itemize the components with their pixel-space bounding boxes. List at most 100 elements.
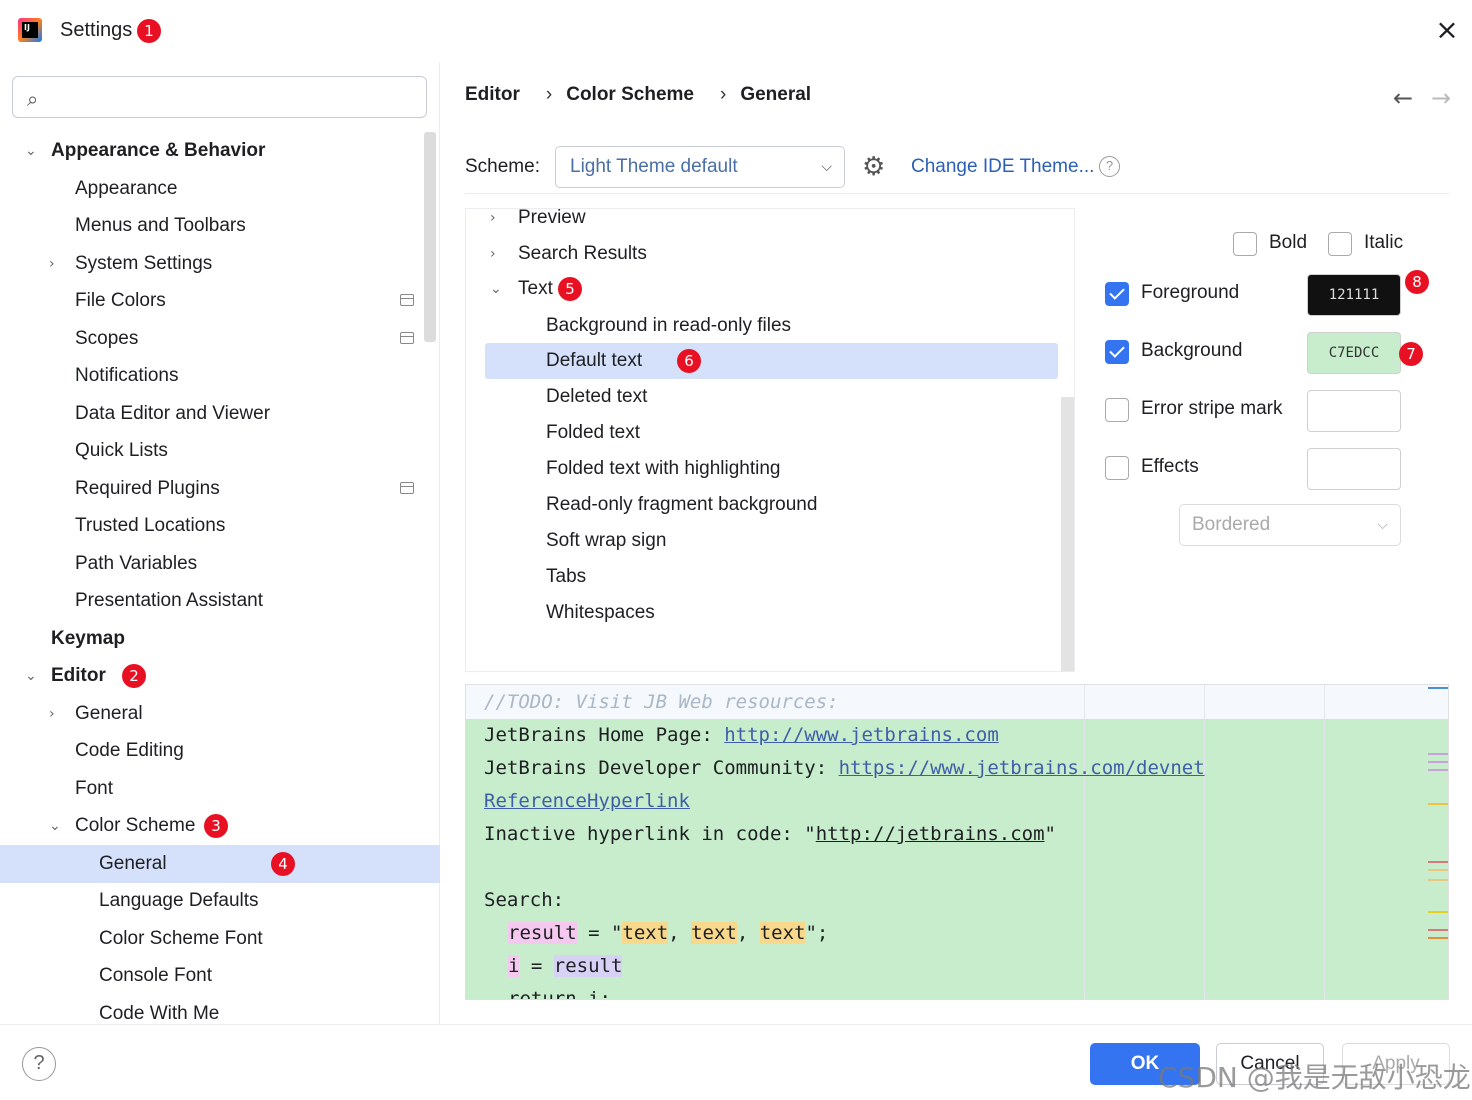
sidebar-scrollbar[interactable]	[424, 132, 436, 342]
chevron-right-icon[interactable]: ›	[49, 245, 55, 283]
tree-item[interactable]: Scopes	[0, 320, 440, 358]
attribute-item[interactable]: Background in read-only files	[466, 308, 1074, 344]
background-checkbox[interactable]	[1105, 340, 1129, 364]
tree-item[interactable]: Quick Lists	[0, 432, 440, 470]
attribute-item[interactable]: ⌄ Text 5	[466, 271, 1074, 307]
bold-checkbox[interactable]	[1233, 232, 1257, 256]
italic-label: Italic	[1364, 232, 1404, 253]
scheme-value: Light Theme default	[570, 156, 738, 177]
tree-item[interactable]: Console Font	[0, 957, 440, 995]
attribute-label: Background in read-only files	[546, 315, 792, 336]
attribute-item[interactable]: Soft wrap sign	[466, 523, 1074, 559]
chevron-right-icon[interactable]: ›	[49, 695, 55, 733]
error-stripe-color-swatch[interactable]	[1307, 390, 1401, 432]
tree-item[interactable]: Keymap	[0, 620, 440, 658]
tree-item[interactable]: Code Editing	[0, 732, 440, 770]
code-line: i = result	[508, 950, 623, 983]
attribute-label: Tabs	[546, 566, 587, 587]
tree-item[interactable]: Appearance	[0, 170, 440, 208]
tree-item[interactable]: Menus and Toolbars	[0, 207, 440, 245]
italic-checkbox[interactable]	[1328, 232, 1352, 256]
attribute-item[interactable]: › Preview	[466, 209, 1074, 236]
breadcrumb: Editor › Color Scheme › General	[465, 84, 823, 106]
reference-hyperlink[interactable]: ReferenceHyperlink	[484, 790, 690, 812]
change-ide-theme-link[interactable]: Change IDE Theme...	[911, 156, 1094, 178]
settings-tree: ⌄ Appearance & Behavior Appearance Menus an…	[0, 132, 440, 1024]
breadcrumb-item[interactable]: Color Scheme	[566, 84, 694, 105]
code-line: JetBrains Home Page: http://www.jetbrain…	[484, 719, 999, 752]
tree-item[interactable]: Notifications	[0, 357, 440, 395]
stripe-mark	[1428, 769, 1448, 771]
scheme-dropdown[interactable]: Light Theme default ⌵	[555, 146, 845, 188]
attribute-item[interactable]: Folded text with highlighting	[466, 451, 1074, 487]
tree-item[interactable]: Required Plugins	[0, 470, 440, 508]
tree-item-label: Console Font	[99, 965, 213, 986]
tree-item-label: Menus and Toolbars	[75, 215, 246, 236]
code-text: ,	[668, 922, 692, 944]
todo-comment: //TODO: Visit JB Web resources:	[484, 691, 839, 713]
chevron-right-icon[interactable]: ›	[490, 236, 496, 272]
tree-item-label: General	[75, 703, 143, 724]
attribute-label: Folded text with highlighting	[546, 458, 781, 479]
chevron-down-icon[interactable]: ⌄	[490, 271, 502, 307]
attribute-label: Text	[518, 278, 553, 299]
forward-arrow-icon[interactable]: →	[1431, 84, 1451, 112]
hyperlink[interactable]: https://www.jetbrains.com/devnet	[839, 757, 1205, 779]
tree-item[interactable]: › System Settings	[0, 245, 440, 283]
search-input[interactable]: ⌕	[12, 76, 427, 118]
attribute-item[interactable]: Tabs	[466, 559, 1074, 595]
tree-item[interactable]: Color Scheme Font	[0, 920, 440, 958]
tree-item[interactable]: ⌄ Editor 2	[0, 657, 440, 695]
attribute-item[interactable]: Deleted text	[466, 379, 1074, 415]
tree-item[interactable]: Presentation Assistant	[0, 582, 440, 620]
effects-color-swatch[interactable]	[1307, 448, 1401, 490]
tree-item-label: Presentation Assistant	[75, 590, 263, 611]
breadcrumb-sep: ›	[719, 84, 727, 105]
tree-item[interactable]: File Colors	[0, 282, 440, 320]
help-button[interactable]: ?	[22, 1047, 56, 1081]
effect-type-dropdown[interactable]: Bordered ⌵	[1179, 504, 1401, 546]
tree-item[interactable]: Data Editor and Viewer	[0, 395, 440, 433]
back-arrow-icon[interactable]: ←	[1393, 84, 1413, 112]
annotation-badge: 1	[137, 19, 161, 43]
gear-icon[interactable]: ⚙	[862, 152, 885, 182]
code-text: = "	[576, 922, 623, 944]
tree-item[interactable]: Path Variables	[0, 545, 440, 583]
foreground-checkbox[interactable]	[1105, 282, 1129, 306]
help-icon[interactable]: ?	[1099, 156, 1120, 177]
attribute-item[interactable]: › Search Results	[466, 236, 1074, 272]
tree-item[interactable]: General 4	[0, 845, 440, 883]
code-preview[interactable]: //TODO: Visit JB Web resources: JetBrain…	[465, 684, 1449, 1000]
background-color-swatch[interactable]: C7EDCC	[1307, 332, 1401, 374]
tree-item[interactable]: Font	[0, 770, 440, 808]
chevron-right-icon[interactable]: ›	[490, 209, 496, 236]
search-highlight: i	[508, 955, 520, 977]
attribute-item[interactable]: Read-only fragment background	[466, 487, 1074, 523]
chevron-down-icon[interactable]: ⌄	[49, 807, 61, 845]
tree-item[interactable]: Language Defaults	[0, 882, 440, 920]
bold-label: Bold	[1269, 232, 1308, 253]
attribute-item[interactable]: Folded text	[466, 415, 1074, 451]
hyperlink[interactable]: http://www.jetbrains.com	[724, 724, 999, 746]
attribute-properties: Bold Italic Foreground 121111 8 Backgrou…	[1083, 208, 1449, 672]
tree-item[interactable]: Trusted Locations	[0, 507, 440, 545]
tree-item[interactable]: › General	[0, 695, 440, 733]
tree-item[interactable]: ⌄ Appearance & Behavior	[0, 132, 440, 170]
annotation-badge: 2	[122, 664, 146, 688]
code-text: "	[1044, 823, 1056, 845]
stripe-mark	[1428, 687, 1448, 689]
tree-item[interactable]: ⌄ Color Scheme 3	[0, 807, 440, 845]
effects-checkbox[interactable]	[1105, 456, 1129, 480]
tree-item[interactable]: Code With Me	[0, 995, 440, 1024]
attribute-item[interactable]: Whitespaces	[466, 595, 1074, 631]
close-icon[interactable]: ×	[1432, 16, 1462, 46]
attribute-item[interactable]: Default text 6	[485, 343, 1058, 379]
breadcrumb-item[interactable]: Editor	[465, 84, 520, 105]
tree-item-label: Appearance & Behavior	[51, 140, 266, 161]
chevron-down-icon[interactable]: ⌄	[25, 657, 37, 695]
chevron-down-icon[interactable]: ⌄	[25, 132, 37, 170]
foreground-color-swatch[interactable]: 121111	[1307, 274, 1401, 316]
error-stripe-checkbox[interactable]	[1105, 398, 1129, 422]
effects-label: Effects	[1141, 456, 1199, 477]
annotation-badge: 6	[677, 349, 701, 373]
